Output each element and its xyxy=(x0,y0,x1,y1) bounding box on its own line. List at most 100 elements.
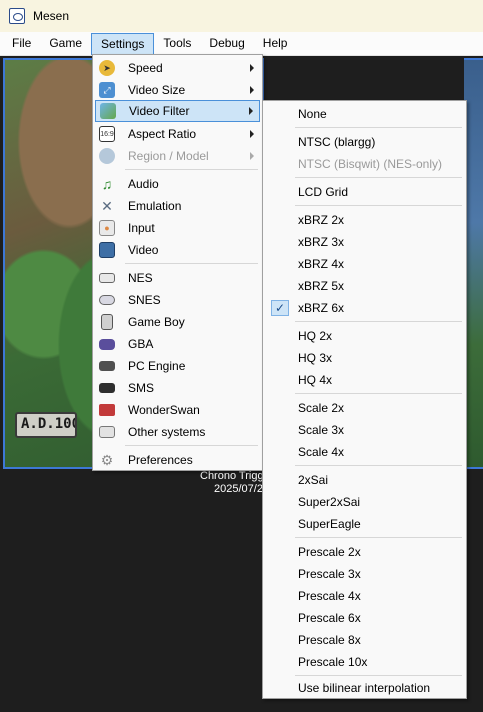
menu-item-video-size[interactable]: ⤢ Video Size xyxy=(95,79,260,101)
gameboy-icon xyxy=(101,314,113,330)
menu-item-label: Audio xyxy=(128,177,159,191)
menu-item-wonderswan[interactable]: WonderSwan xyxy=(95,399,260,421)
filter-label: 2xSai xyxy=(298,473,329,487)
menu-item-nes[interactable]: NES xyxy=(95,267,260,289)
caption-title: Chrono Trigg xyxy=(200,470,264,482)
menu-separator xyxy=(295,465,462,466)
submenu-arrow-icon xyxy=(250,86,254,94)
filter-prescale-2x[interactable]: Prescale 2x xyxy=(265,541,464,563)
filter-scale-2x[interactable]: Scale 2x xyxy=(265,397,464,419)
menu-separator xyxy=(295,675,462,676)
caption-date: 2025/07/2 xyxy=(214,483,263,495)
filter-label: xBRZ 5x xyxy=(298,279,345,293)
filter-prescale-10x[interactable]: Prescale 10x xyxy=(265,651,464,673)
menu-item-label: SNES xyxy=(128,293,161,307)
menu-item-speed[interactable]: ➤ Speed xyxy=(95,57,260,79)
menu-separator xyxy=(125,445,258,446)
filter-xbrz-3x[interactable]: xBRZ 3x xyxy=(265,231,464,253)
filter-super2xsai[interactable]: Super2xSai xyxy=(265,491,464,513)
filter-ntsc-bisqwit[interactable]: NTSC (Bisqwit) (NES-only) xyxy=(265,153,464,175)
filter-xbrz-4x[interactable]: xBRZ 4x xyxy=(265,253,464,275)
nes-icon xyxy=(99,273,115,283)
menu-item-other-systems[interactable]: Other systems xyxy=(95,421,260,443)
filter-label: HQ 4x xyxy=(298,373,333,387)
submenu-arrow-icon xyxy=(249,107,253,115)
menu-separator xyxy=(125,263,258,264)
menu-item-label: Game Boy xyxy=(128,315,185,329)
menu-item-preferences[interactable]: ⚙ Preferences xyxy=(95,449,260,471)
aspect-ratio-icon: 16:9 xyxy=(99,126,115,142)
filter-label: xBRZ 2x xyxy=(298,213,345,227)
menu-item-emulation[interactable]: ✕ Emulation xyxy=(95,195,260,217)
menu-item-video-filter[interactable]: Video Filter xyxy=(95,100,260,122)
menu-item-pc-engine[interactable]: PC Engine xyxy=(95,355,260,377)
menu-tools[interactable]: Tools xyxy=(154,33,200,55)
filter-label: Prescale 6x xyxy=(298,611,361,625)
menu-item-input[interactable]: ● Input xyxy=(95,217,260,239)
filter-lcd-grid[interactable]: LCD Grid xyxy=(265,181,464,203)
menu-item-audio[interactable]: ♫ Audio xyxy=(95,173,260,195)
sms-icon xyxy=(99,383,115,393)
filter-label: None xyxy=(298,107,327,121)
filter-label: Scale 4x xyxy=(298,445,345,459)
filter-xbrz-5x[interactable]: xBRZ 5x xyxy=(265,275,464,297)
audio-icon: ♫ xyxy=(101,176,113,192)
filter-label: Scale 2x xyxy=(298,401,345,415)
menu-game[interactable]: Game xyxy=(40,33,91,55)
filter-prescale-3x[interactable]: Prescale 3x xyxy=(265,563,464,585)
filter-label: SuperEagle xyxy=(298,517,361,531)
filter-label: Prescale 3x xyxy=(298,567,361,581)
menu-separator xyxy=(295,127,462,128)
menu-item-aspect-ratio[interactable]: 16:9 Aspect Ratio xyxy=(95,123,260,145)
menu-item-label: SMS xyxy=(128,381,155,395)
filter-label: xBRZ 6x xyxy=(298,301,345,315)
filter-label: NTSC (Bisqwit) (NES-only) xyxy=(298,157,443,171)
menu-item-gba[interactable]: GBA xyxy=(95,333,260,355)
menu-item-label: Video Size xyxy=(128,83,186,97)
filter-prescale-6x[interactable]: Prescale 6x xyxy=(265,607,464,629)
settings-menu: ➤ Speed ⤢ Video Size Video Filter 16:9 A… xyxy=(92,54,263,471)
menu-help[interactable]: Help xyxy=(254,33,297,55)
video-filter-submenu: None NTSC (blargg) NTSC (Bisqwit) (NES-o… xyxy=(262,100,467,699)
menu-item-label: Other systems xyxy=(128,425,206,439)
filter-label: NTSC (blargg) xyxy=(298,135,376,149)
filter-label: HQ 2x xyxy=(298,329,333,343)
filter-xbrz-6x[interactable]: ✓ xBRZ 6x xyxy=(265,297,464,319)
title-bar: Mesen xyxy=(0,0,483,32)
checkmark-icon: ✓ xyxy=(271,300,289,316)
filter-label: Use bilinear interpolation xyxy=(298,681,431,695)
menu-file[interactable]: File xyxy=(3,33,40,55)
filter-hq-2x[interactable]: HQ 2x xyxy=(265,325,464,347)
video-icon xyxy=(99,242,115,258)
menu-bar: File Game Settings Tools Debug Help xyxy=(0,32,483,56)
menu-separator xyxy=(125,169,258,170)
filter-scale-4x[interactable]: Scale 4x xyxy=(265,441,464,463)
menu-item-label: Input xyxy=(128,221,155,235)
video-filter-icon xyxy=(100,103,116,119)
filter-label: Prescale 8x xyxy=(298,633,361,647)
mesen-app-icon[interactable] xyxy=(9,8,25,24)
filter-supereagle[interactable]: SuperEagle xyxy=(265,513,464,535)
filter-hq-4x[interactable]: HQ 4x xyxy=(265,369,464,391)
filter-label: Prescale 4x xyxy=(298,589,361,603)
menu-item-label: NES xyxy=(128,271,153,285)
menu-item-game-boy[interactable]: Game Boy xyxy=(95,311,260,333)
game-hud-year: A.D.1000 xyxy=(15,412,77,438)
menu-item-region-model[interactable]: Region / Model xyxy=(95,145,260,167)
filter-hq-3x[interactable]: HQ 3x xyxy=(265,347,464,369)
menu-debug[interactable]: Debug xyxy=(200,33,253,55)
menu-settings[interactable]: Settings xyxy=(91,32,155,55)
filter-2xsai[interactable]: 2xSai xyxy=(265,469,464,491)
filter-ntsc-blargg[interactable]: NTSC (blargg) xyxy=(265,131,464,153)
filter-none[interactable]: None xyxy=(265,103,464,125)
filter-scale-3x[interactable]: Scale 3x xyxy=(265,419,464,441)
menu-item-label: Region / Model xyxy=(128,149,209,163)
filter-prescale-4x[interactable]: Prescale 4x xyxy=(265,585,464,607)
menu-item-snes[interactable]: SNES xyxy=(95,289,260,311)
menu-item-label: Emulation xyxy=(128,199,182,213)
filter-bilinear-interpolation[interactable]: Use bilinear interpolation xyxy=(265,677,464,699)
filter-xbrz-2x[interactable]: xBRZ 2x xyxy=(265,209,464,231)
filter-prescale-8x[interactable]: Prescale 8x xyxy=(265,629,464,651)
menu-item-video[interactable]: Video xyxy=(95,239,260,261)
menu-item-sms[interactable]: SMS xyxy=(95,377,260,399)
